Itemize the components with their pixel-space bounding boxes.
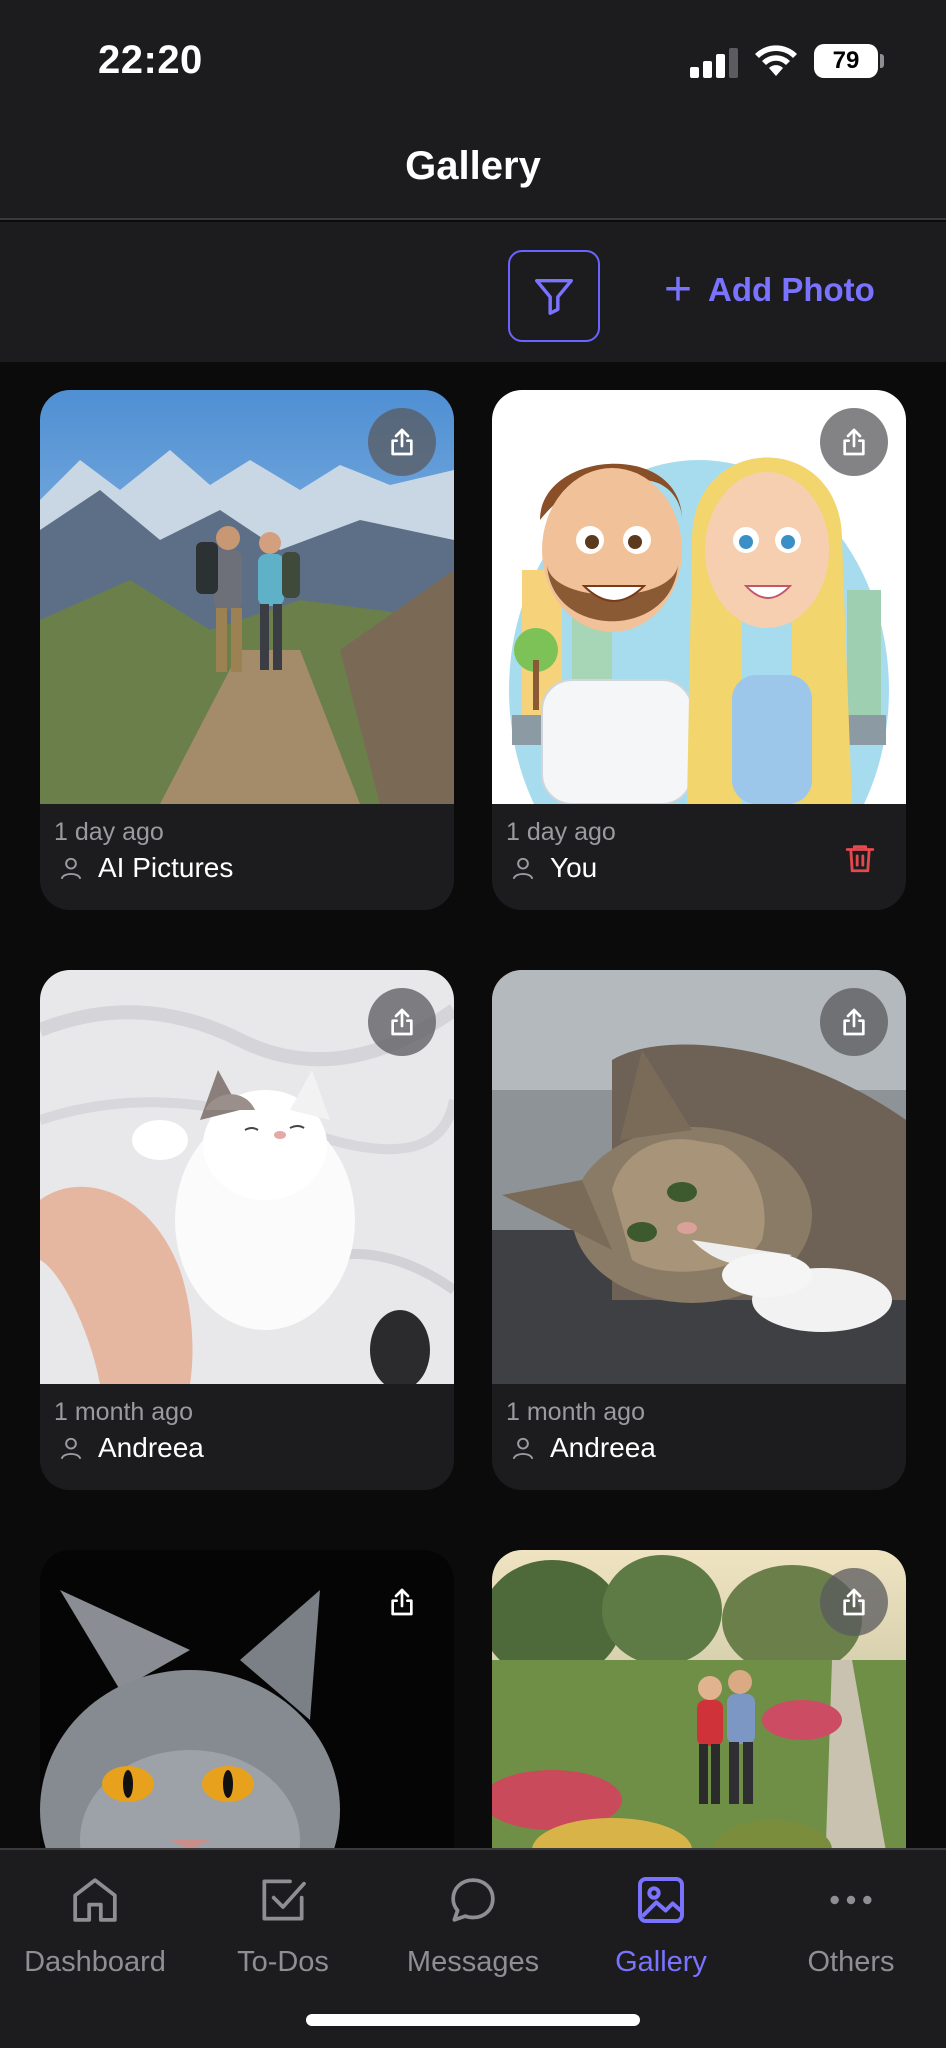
photo-timestamp: 1 month ago xyxy=(506,1398,645,1426)
share-icon xyxy=(391,1588,413,1616)
checkbox-icon xyxy=(253,1870,313,1930)
gallery-card[interactable]: 1 day ago AI Pictures xyxy=(40,390,454,910)
tab-label: Others xyxy=(807,1946,895,1978)
add-photo-button[interactable]: + Add Photo xyxy=(664,263,875,316)
share-icon xyxy=(391,1008,413,1036)
share-icon xyxy=(391,428,413,456)
author-name: Andreea xyxy=(98,1432,204,1463)
tab-label: Messages xyxy=(406,1946,540,1978)
tab-label: Dashboard xyxy=(24,1946,166,1978)
filter-icon xyxy=(535,278,573,315)
gallery-card[interactable]: 1 day ago You xyxy=(492,390,906,910)
delete-button[interactable] xyxy=(840,838,880,878)
tab-gallery[interactable]: Gallery xyxy=(566,1870,756,1990)
tab-todos[interactable]: To-Dos xyxy=(188,1870,378,1990)
tab-label: Gallery xyxy=(615,1946,707,1978)
image-icon xyxy=(631,1870,691,1930)
toolbar: + Add Photo xyxy=(0,222,946,362)
more-icon xyxy=(821,1870,881,1930)
user-icon xyxy=(60,1437,82,1460)
tab-label: To-Dos xyxy=(237,1946,329,1978)
battery-icon: 79 xyxy=(814,44,878,78)
share-icon xyxy=(843,428,865,456)
share-icon xyxy=(843,1588,865,1616)
share-button[interactable] xyxy=(368,988,436,1056)
nav-bar: Gallery xyxy=(0,120,946,220)
page-title: Gallery xyxy=(405,144,541,188)
home-icon xyxy=(65,1870,125,1930)
wifi-icon xyxy=(755,45,797,76)
battery-cap xyxy=(880,54,884,68)
photo-author: AI Pictures xyxy=(54,852,233,884)
share-button[interactable] xyxy=(368,408,436,476)
tab-others[interactable]: Others xyxy=(756,1870,946,1990)
gallery-card[interactable] xyxy=(40,1550,454,1848)
photo-timestamp: 1 day ago xyxy=(506,818,616,846)
status-time: 22:20 xyxy=(98,38,203,82)
tab-bar: Dashboard To-Dos Messages Gallery Others xyxy=(0,1848,946,2048)
chat-bubble-icon xyxy=(443,1870,503,1930)
plus-icon: + xyxy=(664,263,693,316)
gallery-grid: 1 day ago AI Pictures 1 day ago You 1 mo… xyxy=(0,362,946,1848)
photo-timestamp: 1 day ago xyxy=(54,818,164,846)
photo-author: You xyxy=(506,852,597,884)
share-button[interactable] xyxy=(368,1568,436,1636)
author-name: AI Pictures xyxy=(98,852,234,883)
share-icon xyxy=(843,1008,865,1036)
tab-messages[interactable]: Messages xyxy=(378,1870,568,1990)
share-button[interactable] xyxy=(820,1568,888,1636)
add-photo-label: Add Photo xyxy=(708,271,875,308)
filter-button[interactable] xyxy=(508,250,600,342)
trash-icon xyxy=(845,845,875,873)
author-name: Andreea xyxy=(550,1432,656,1463)
photo-timestamp: 1 month ago xyxy=(54,1398,193,1426)
gallery-card[interactable]: 1 month ago Andreea xyxy=(40,970,454,1490)
share-button[interactable] xyxy=(820,988,888,1056)
user-icon xyxy=(512,857,534,880)
status-bar: 22:20 79 xyxy=(0,0,946,120)
tab-dashboard[interactable]: Dashboard xyxy=(0,1870,190,1990)
gallery-card[interactable]: 1 month ago Andreea xyxy=(492,970,906,1490)
photo-author: Andreea xyxy=(506,1432,656,1464)
user-icon xyxy=(512,1437,534,1460)
home-indicator xyxy=(306,2014,640,2026)
author-name: You xyxy=(550,852,598,883)
user-icon xyxy=(60,857,82,880)
share-button[interactable] xyxy=(820,408,888,476)
signal-icon xyxy=(690,46,740,78)
photo-author: Andreea xyxy=(54,1432,204,1464)
gallery-card[interactable] xyxy=(492,1550,906,1848)
